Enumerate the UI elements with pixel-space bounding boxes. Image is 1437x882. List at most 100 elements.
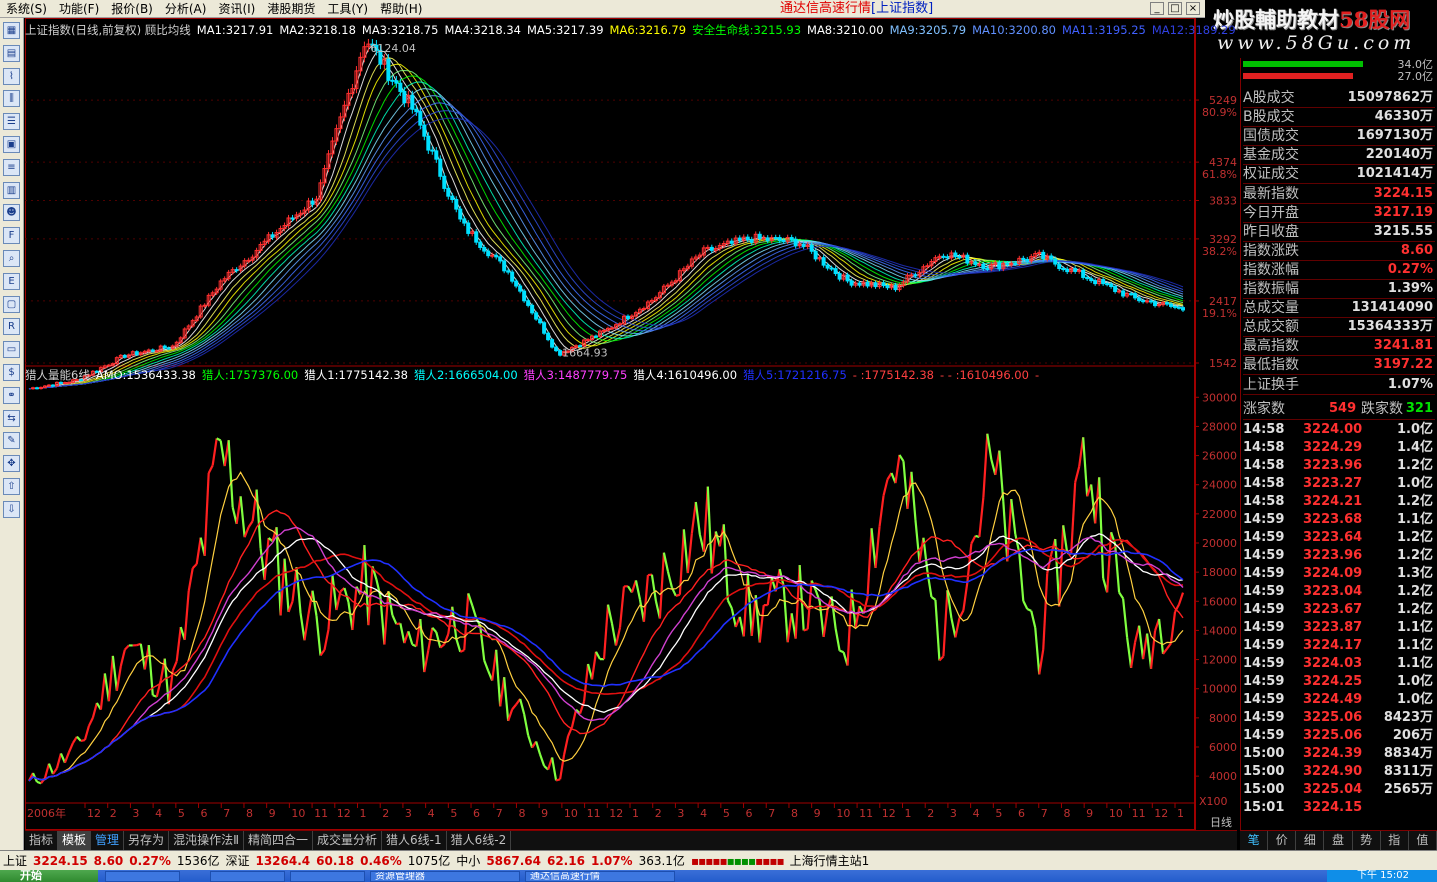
report-icon[interactable]: ▣ xyxy=(3,136,20,153)
amo-segment xyxy=(1010,498,1017,535)
window-icon[interactable]: ▢ xyxy=(3,295,20,313)
indicator-tab[interactable]: 管理 xyxy=(91,831,125,850)
indicator-tab[interactable]: 猎人6线-1 xyxy=(382,831,447,850)
menu-item-6[interactable]: 工具(Y) xyxy=(321,0,374,18)
indicator-tab[interactable]: 指标 xyxy=(25,831,59,850)
tick-time: 14:59 xyxy=(1243,620,1285,635)
tick-time: 15:00 xyxy=(1243,764,1285,779)
move-icon[interactable]: ✥ xyxy=(3,455,20,473)
f10-icon[interactable]: F xyxy=(3,227,20,245)
maximize-icon[interactable]: □ xyxy=(1168,2,1182,15)
menu-item-1[interactable]: 功能(F) xyxy=(53,0,105,18)
line-chart-icon[interactable]: ⌇ xyxy=(3,67,20,85)
candle-body xyxy=(1157,304,1162,307)
zx-change: 62.16 xyxy=(546,853,585,868)
export-icon[interactable]: ⇆ xyxy=(3,409,20,427)
tick-price: 3224.25 xyxy=(1303,674,1363,689)
amo-segment xyxy=(882,479,889,497)
table-icon[interactable]: ▤ xyxy=(3,44,20,62)
taskbar-item[interactable]: 通达信高速行情 xyxy=(525,871,675,882)
candle-icon[interactable]: ⫼ xyxy=(3,90,20,108)
up-arrow-icon[interactable]: ⇧ xyxy=(3,478,20,495)
dollar-icon[interactable]: $ xyxy=(3,364,20,381)
legend-item: MA4:3218.34 xyxy=(444,23,521,37)
pencil-icon[interactable]: ✎ xyxy=(3,432,20,450)
legend-item: MA1:3217.91 xyxy=(196,23,274,37)
list-icon[interactable]: ☰ xyxy=(3,113,20,131)
zoom-icon[interactable]: ⌕ xyxy=(3,250,20,267)
candle-body xyxy=(625,315,630,320)
quote-tab[interactable]: 盘 xyxy=(1324,831,1353,850)
indicator-tab[interactable]: 混沌操作法Ⅱ xyxy=(169,831,244,850)
amo-segment xyxy=(1122,598,1129,638)
eft-icon[interactable]: E xyxy=(3,272,20,290)
people-icon[interactable]: ☻ xyxy=(3,204,20,222)
rsi-icon[interactable]: R xyxy=(3,318,20,336)
amo-segment xyxy=(115,665,122,691)
volume-tick-label: 10000 xyxy=(1202,683,1237,696)
menu-item-0[interactable]: 系统(S) xyxy=(0,0,53,18)
menu-item-2[interactable]: 报价(B) xyxy=(105,0,159,18)
candle-body xyxy=(310,200,315,205)
candle-body xyxy=(162,345,167,349)
quote-tab[interactable]: 笔 xyxy=(1240,831,1269,850)
candle-body xyxy=(394,80,399,84)
stat-value: 3215.55 xyxy=(1373,223,1433,239)
indicator-tab[interactable]: 精简四合一 xyxy=(244,831,313,850)
amo-segment xyxy=(175,626,182,662)
indicator-tab[interactable]: 猎人6线-2 xyxy=(447,831,512,850)
quote-tab[interactable]: 势 xyxy=(1353,831,1381,850)
quote-tab[interactable]: 值 xyxy=(1409,831,1437,850)
tick-time: 15:01 xyxy=(1243,800,1285,815)
volume-tick-label: 20000 xyxy=(1202,537,1237,550)
news-icon[interactable]: ≡ xyxy=(3,158,20,176)
stat-label: B股成交 xyxy=(1243,109,1295,126)
menu-item-5[interactable]: 港股期货 xyxy=(261,0,321,18)
minimize-icon[interactable]: _ xyxy=(1150,2,1164,15)
candle-body xyxy=(845,274,850,282)
candle-body xyxy=(1101,279,1106,285)
amo-segment xyxy=(1082,437,1089,497)
amo-segment xyxy=(391,614,398,625)
monitor-icon[interactable]: ▭ xyxy=(3,341,20,359)
grid-icon[interactable]: ▦ xyxy=(3,22,20,39)
taskbar-item[interactable] xyxy=(290,871,365,882)
quote-tab[interactable]: 指 xyxy=(1381,831,1409,850)
amo-segment xyxy=(67,742,74,753)
amo-segment xyxy=(107,655,114,702)
chart-canvas[interactable]: 6124.041664.932006年 12 2 3 4 5 6 7 8 9 10 11 12 1 2 3 4 5… xyxy=(25,18,1195,830)
menu-item-3[interactable]: 分析(A) xyxy=(159,0,213,18)
volume-tick-label: 4000 xyxy=(1209,770,1237,783)
quote-tab[interactable]: 细 xyxy=(1296,831,1325,850)
close-icon[interactable]: × xyxy=(1186,2,1200,15)
time-tick-label: 12 xyxy=(337,807,351,820)
tick-price: 3224.39 xyxy=(1303,746,1363,761)
down-arrow-icon[interactable]: ⇩ xyxy=(3,500,20,518)
link-icon[interactable]: ⚭ xyxy=(3,386,20,404)
tick-price: 3223.64 xyxy=(1303,530,1363,545)
candle-body xyxy=(913,274,918,277)
start-button[interactable]: 开始 xyxy=(0,870,98,882)
chart-icon[interactable]: ▥ xyxy=(3,181,20,199)
indicator-tab[interactable]: 另存为 xyxy=(124,831,170,850)
amo-segment xyxy=(535,741,542,755)
menu-item-7[interactable]: 帮助(H) xyxy=(374,0,428,18)
candle-body xyxy=(486,250,491,257)
taskbar-item[interactable]: 资源管理器 xyxy=(370,871,520,882)
amo-segment xyxy=(1126,637,1133,668)
candle-body xyxy=(1177,306,1182,309)
quote-tab[interactable]: 价 xyxy=(1268,831,1297,850)
time-tick-label: 7 xyxy=(496,807,503,820)
candle-body xyxy=(450,195,455,200)
candle-body xyxy=(857,282,862,286)
indicator-tab[interactable]: 成交量分析 xyxy=(313,831,383,850)
taskbar-item[interactable] xyxy=(105,871,180,882)
indicator-tab[interactable]: 模板 xyxy=(58,831,92,850)
taskbar-item[interactable] xyxy=(210,871,285,882)
volume-tick-label: 6000 xyxy=(1209,741,1237,754)
menu-item-4[interactable]: 资讯(I) xyxy=(212,0,261,18)
candle-body xyxy=(234,269,239,272)
amo-segment xyxy=(80,738,86,743)
amo-segment xyxy=(930,596,937,601)
time-tick-label: 11 xyxy=(1132,807,1146,820)
